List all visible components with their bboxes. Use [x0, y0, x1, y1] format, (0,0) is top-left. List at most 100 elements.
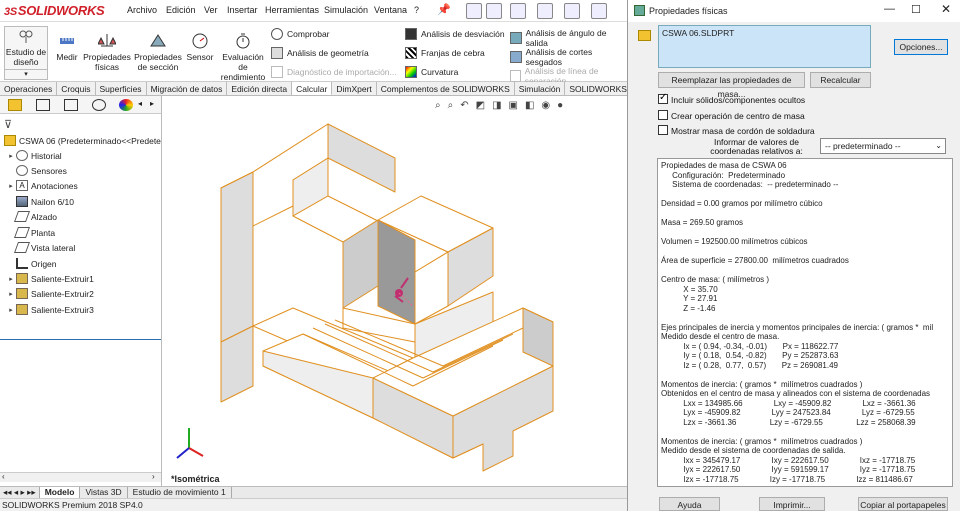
- include-hidden-checkbox[interactable]: [658, 92, 668, 104]
- new-document-icon[interactable]: [486, 3, 502, 19]
- create-com-checkbox[interactable]: [658, 110, 668, 120]
- section-properties-button[interactable]: Propiedades de sección: [134, 32, 182, 72]
- menu-archivo[interactable]: Archivo: [127, 5, 157, 15]
- tree-item-extrude1[interactable]: ▸ Saliente-Extruir1: [6, 271, 94, 286]
- tree-item-origen[interactable]: Origen: [16, 256, 57, 271]
- chevron-down-icon[interactable]: ▾: [5, 69, 47, 80]
- mass-properties-button[interactable]: Propiedades físicas: [82, 32, 132, 72]
- measure-button[interactable]: Medir: [54, 32, 80, 62]
- minimize-button[interactable]: —: [884, 3, 895, 15]
- tab-migracion[interactable]: Migración de datos: [147, 82, 228, 95]
- tab-dimxpert[interactable]: DimXpert: [332, 82, 377, 95]
- draft-analysis-button[interactable]: Análisis de ángulo de salida: [510, 28, 627, 48]
- tab-edicion-directa[interactable]: Edición directa: [227, 82, 293, 95]
- menu-ventana[interactable]: Ventana: [374, 5, 407, 15]
- undercut-analysis-button[interactable]: Análisis de cortes sesgados: [510, 47, 627, 67]
- tab-nav-icons[interactable]: ◂◂ ◂ ▸ ▸▸: [0, 487, 40, 498]
- tree-item-anotaciones[interactable]: ▸ A Anotaciones: [6, 178, 78, 193]
- coordinate-system-select[interactable]: -- predeterminado -- ⌄: [820, 138, 946, 154]
- expand-icon[interactable]: ▸: [6, 275, 16, 283]
- filter-icon[interactable]: ⊽: [4, 118, 12, 131]
- tree-root[interactable]: CSWA 06 (Predeterminado<<Predete: [0, 133, 161, 148]
- geometry-analysis-button[interactable]: Análisis de geometría: [271, 47, 369, 59]
- property-manager-icon[interactable]: [36, 99, 50, 111]
- tab-calcular[interactable]: Calcular: [292, 82, 333, 95]
- open-icon[interactable]: [510, 3, 526, 19]
- undo-icon[interactable]: [591, 3, 607, 19]
- show-weld-checkbox[interactable]: [658, 125, 668, 135]
- tree-item-extrude2[interactable]: ▸ Saliente-Extruir2: [6, 286, 94, 301]
- expand-icon[interactable]: ▸: [6, 290, 16, 298]
- tab-modelo[interactable]: Modelo: [39, 487, 81, 498]
- tree-item-alzado[interactable]: Alzado: [13, 209, 57, 224]
- expand-icon[interactable]: ▸: [6, 182, 16, 190]
- tree-item-extrude3[interactable]: ▸ Saliente-Extruir3: [6, 302, 94, 317]
- menu-edicion[interactable]: Edición: [166, 5, 196, 15]
- rollback-bar[interactable]: [0, 339, 161, 340]
- tab-superficies[interactable]: Superficies: [96, 82, 147, 95]
- tree-item-planta[interactable]: Planta: [13, 225, 55, 240]
- result-line: [661, 247, 949, 257]
- tree-item-sensores[interactable]: Sensores: [16, 163, 67, 178]
- chevron-left-icon[interactable]: ◂: [138, 99, 142, 108]
- check-button[interactable]: Comprobar: [271, 28, 330, 40]
- tab-complementos[interactable]: Complementos de SOLIDWORKS: [377, 82, 515, 95]
- feature-manager-icon[interactable]: [8, 99, 22, 111]
- graphics-area[interactable]: ⌕ ⌕ ↶ ◩ ◨ ▣ ◧ ◉ ● *Isométrica: [163, 96, 627, 486]
- expand-icon[interactable]: ▸: [6, 152, 16, 160]
- recalculate-button[interactable]: Recalcular: [810, 72, 871, 88]
- origin-icon: [16, 258, 28, 269]
- scroll-right-icon[interactable]: ›: [152, 472, 155, 481]
- selection-listbox[interactable]: CSWA 06.SLDPRT: [658, 25, 871, 68]
- study-design-button[interactable]: Estudio de diseño ▾: [4, 26, 48, 80]
- chevron-right-icon[interactable]: ▸: [150, 99, 154, 108]
- menu-ver[interactable]: Ver: [204, 5, 218, 15]
- print-icon[interactable]: [564, 3, 580, 19]
- solidworks-logo[interactable]: 3SSOLIDWORKS: [4, 3, 105, 18]
- tree-item-material[interactable]: Nailon 6/10: [16, 194, 74, 209]
- maximize-button[interactable]: ☐: [911, 3, 921, 16]
- save-icon[interactable]: [537, 3, 553, 19]
- tab-vistas-3d[interactable]: Vistas 3D: [80, 487, 128, 498]
- menu-help[interactable]: ?: [414, 5, 419, 15]
- close-button[interactable]: ✕: [941, 2, 951, 16]
- zebra-stripes-button[interactable]: Franjas de cebra: [405, 47, 485, 59]
- curvature-button[interactable]: Curvatura: [405, 66, 458, 78]
- display-manager-icon[interactable]: [119, 99, 133, 111]
- deviation-analysis-button[interactable]: Análisis de desviación: [405, 28, 505, 40]
- pin-icon[interactable]: 📌: [437, 3, 451, 16]
- tab-solidworks[interactable]: SOLIDWORKS: [565, 82, 632, 95]
- override-mass-button[interactable]: Reemplazar las propiedades de masa...: [658, 72, 805, 99]
- options-button[interactable]: Opciones...: [894, 39, 948, 55]
- result-line: Medido desde el centro de masa.: [661, 332, 780, 341]
- chevron-down-icon[interactable]: ⌄: [935, 141, 942, 150]
- import-diagnostics-button[interactable]: Diagnóstico de importación...: [271, 66, 397, 78]
- menu-simulacion[interactable]: Simulación: [324, 5, 368, 15]
- part-model[interactable]: [163, 96, 627, 486]
- tab-operaciones[interactable]: Operaciones: [0, 82, 58, 95]
- dimxpert-icon[interactable]: [92, 99, 106, 111]
- sensor-button[interactable]: Sensor: [185, 32, 215, 62]
- scroll-left-icon[interactable]: ‹: [2, 472, 5, 481]
- tab-motion-study[interactable]: Estudio de movimiento 1: [128, 487, 232, 498]
- tree-item-vista-lateral[interactable]: Vista lateral: [13, 240, 75, 255]
- expand-icon[interactable]: ▸: [6, 306, 16, 314]
- print-button[interactable]: Imprimir...: [759, 497, 825, 511]
- selected-item[interactable]: CSWA 06.SLDPRT: [662, 28, 734, 38]
- horizontal-scrollbar[interactable]: ‹ ›: [0, 472, 161, 482]
- results-textbox[interactable]: Propiedades de masa de CSWA 06 Configura…: [657, 158, 953, 487]
- menu-herramientas[interactable]: Herramientas: [265, 5, 319, 15]
- home-icon[interactable]: [466, 3, 482, 19]
- tab-croquis[interactable]: Croquis: [57, 82, 96, 95]
- copy-clipboard-button[interactable]: Copiar al portapapeles: [858, 497, 948, 511]
- performance-evaluation-button[interactable]: Evaluación de rendimiento: [218, 32, 268, 82]
- study-design-icon: [19, 30, 33, 43]
- config-manager-icon[interactable]: [64, 99, 78, 111]
- tree-item-label: Saliente-Extruir1: [31, 273, 94, 284]
- tab-simulacion[interactable]: Simulación: [515, 82, 566, 95]
- dialog-titlebar[interactable]: Propiedades físicas — ☐ ✕: [628, 0, 960, 22]
- result-line: Izx = -17718.75 Izy = -17718.75 Izz = 81…: [661, 474, 913, 484]
- help-button[interactable]: Ayuda: [659, 497, 720, 511]
- menu-insertar[interactable]: Insertar: [227, 5, 258, 15]
- tree-item-historial[interactable]: ▸ Historial: [6, 148, 62, 163]
